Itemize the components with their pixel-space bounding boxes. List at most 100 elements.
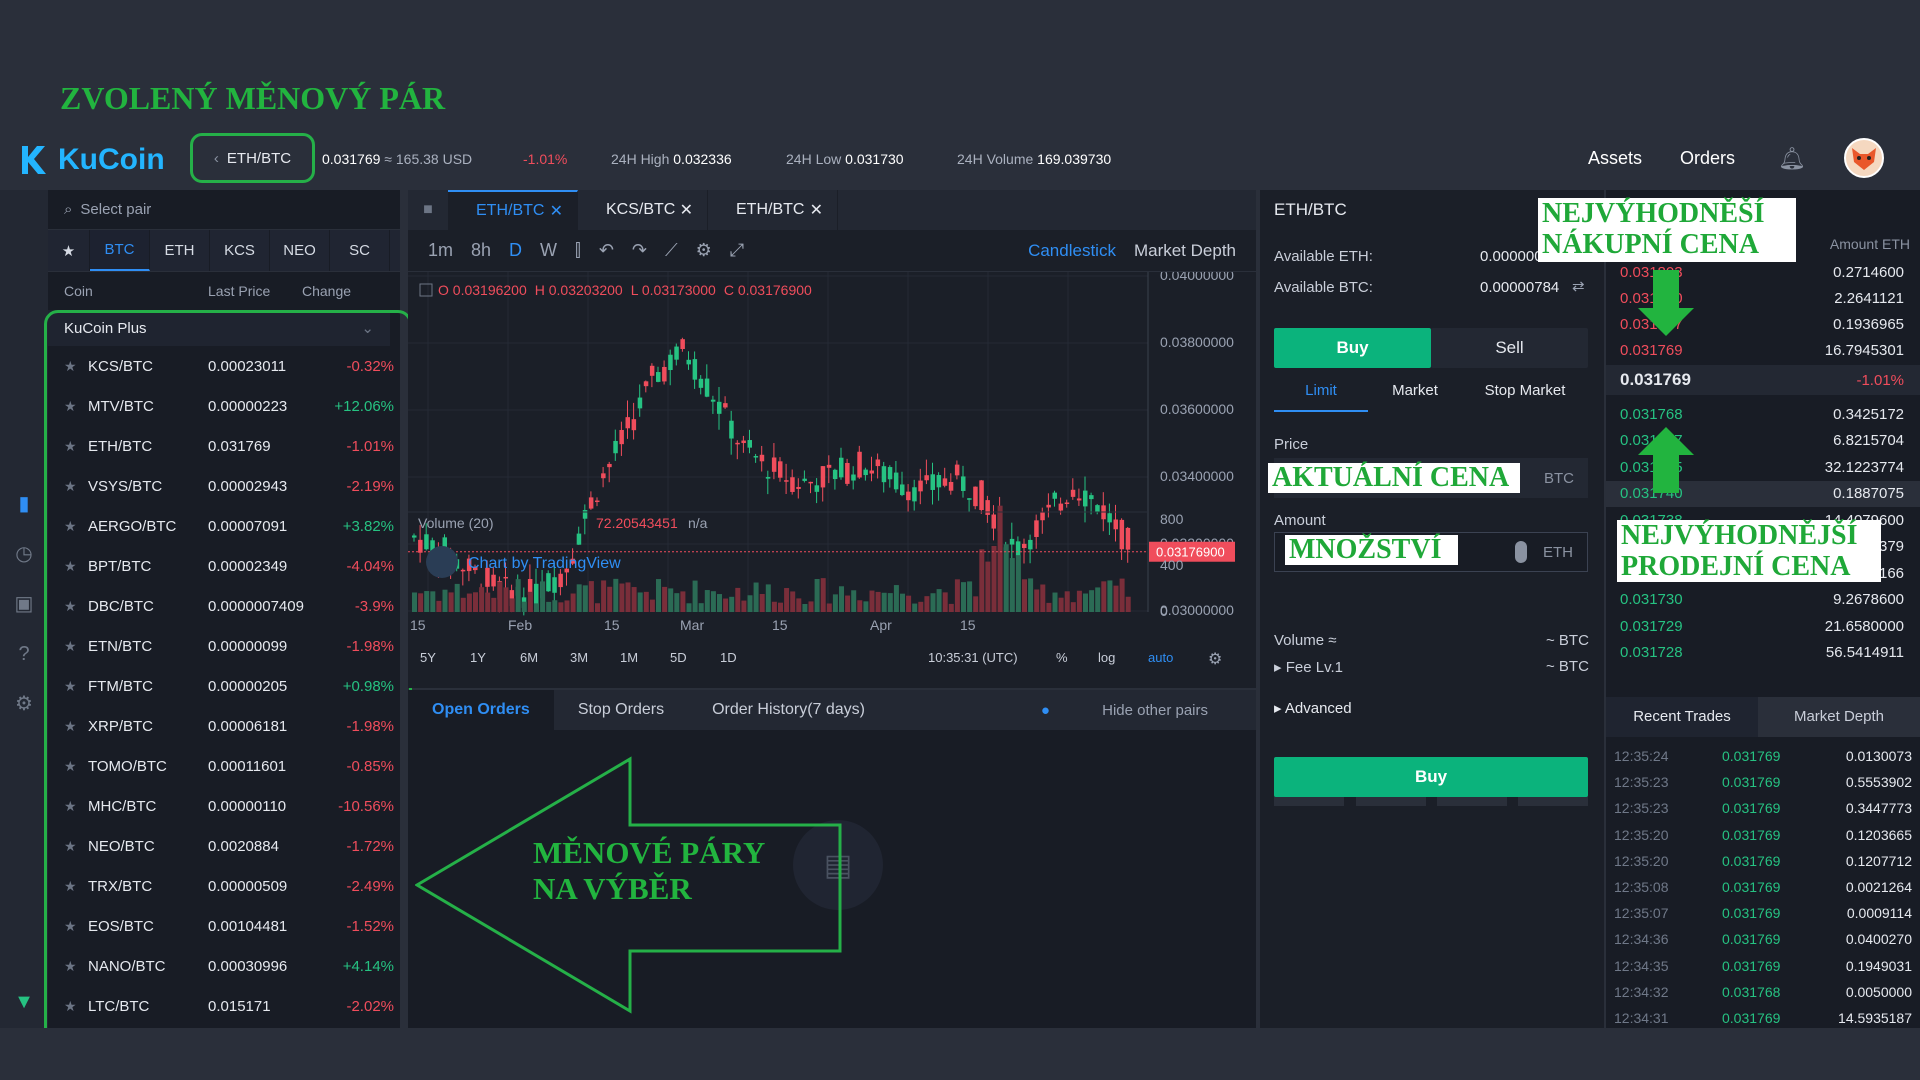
redo-icon[interactable]: ↷ <box>632 240 647 261</box>
time-readout[interactable]: 10:35:31 (UTC) <box>928 650 1018 665</box>
volume-bar <box>814 579 820 612</box>
type-limit[interactable]: Limit <box>1274 372 1368 412</box>
range-button[interactable]: 3M <box>570 650 588 665</box>
bottom-bar <box>0 1028 1920 1080</box>
range-button[interactable]: 5D <box>670 650 687 665</box>
volume-bar <box>942 592 948 612</box>
trade-time: 12:34:36 <box>1614 931 1669 948</box>
nav-orders[interactable]: Orders <box>1680 148 1735 169</box>
candle-body <box>918 480 923 492</box>
range-button[interactable]: 6M <box>520 650 538 665</box>
y-tick-label: 0.04000000 <box>1160 272 1234 283</box>
candle-type-icon[interactable]: ⫿ <box>575 240 581 261</box>
hide-other-pairs[interactable]: ● Hide other pairs <box>993 702 1256 719</box>
volume-bar <box>479 587 485 612</box>
candle-body <box>784 480 789 482</box>
bid-row[interactable]: 0.031729 21.6580000 <box>1606 613 1920 639</box>
range-button[interactable]: 1Y <box>470 650 486 665</box>
layout-icon[interactable]: ■ <box>408 190 448 230</box>
trade-amount: 0.0009114 <box>1846 905 1912 922</box>
range-button[interactable]: 1M <box>620 650 638 665</box>
tab-market-depth[interactable]: Market Depth <box>1758 697 1920 737</box>
chart-nav-icon[interactable]: ▮ <box>12 492 36 516</box>
buy-tab[interactable]: Buy <box>1274 328 1431 368</box>
candle-body <box>424 534 429 550</box>
tab-sc[interactable]: SC <box>330 230 390 271</box>
tab-btc[interactable]: BTC <box>90 230 150 271</box>
bid-row[interactable]: 0.031728 56.5414911 <box>1606 640 1920 666</box>
interval-1m[interactable]: 1m <box>428 240 453 261</box>
tab-eth[interactable]: ETH <box>150 230 210 271</box>
tab-order-history[interactable]: Order History(7 days) <box>688 701 889 719</box>
indicator-icon[interactable]: ⟋ <box>665 240 678 261</box>
bid-row[interactable]: 0.031768 0.3425172 <box>1606 401 1920 427</box>
stepper-handle-icon[interactable] <box>1515 541 1527 563</box>
interval-d[interactable]: D <box>509 240 522 261</box>
view-market-depth[interactable]: Market Depth <box>1134 241 1236 261</box>
fullscreen-icon[interactable]: ⤢ <box>730 240 744 261</box>
interval-8h[interactable]: 8h <box>471 240 491 261</box>
annotation-current-price: AKTUÁLNÍ CENA <box>1268 463 1520 493</box>
type-stop-market[interactable]: Stop Market <box>1462 372 1588 412</box>
close-icon[interactable]: ✕ <box>680 200 693 220</box>
nav-assets[interactable]: Assets <box>1588 148 1642 169</box>
undo-icon[interactable]: ↶ <box>599 240 614 261</box>
ask-row[interactable]: 0.031769 16.7945301 <box>1606 337 1920 363</box>
bell-icon[interactable]: 🔔︎ <box>1778 146 1806 172</box>
volume-label: Volume ≈ <box>1274 632 1337 649</box>
chart-tab-kcs-btc[interactable]: KCS/BTC ✕ <box>578 190 708 230</box>
transfer-icon[interactable]: ⇄ <box>1572 277 1585 295</box>
history-nav-icon[interactable]: ◷ <box>12 542 36 566</box>
volume-bar <box>607 586 613 612</box>
fee-row[interactable]: ▸ Fee Lv.1 <box>1274 658 1343 676</box>
volume-bar <box>759 594 765 612</box>
x-axis-label: Apr <box>870 617 892 633</box>
range-button[interactable]: 1D <box>720 650 737 665</box>
volume-bar <box>954 579 960 612</box>
close-icon[interactable]: ✕ <box>810 200 823 220</box>
range-button[interactable]: 5Y <box>420 650 436 665</box>
volume-bar <box>430 591 436 612</box>
order-type-tabs: Limit Market Stop Market <box>1274 372 1588 412</box>
bid-row[interactable]: 0.031730 9.2678600 <box>1606 587 1920 613</box>
candle-body <box>893 472 899 490</box>
price-chart[interactable]: 0.04000000 0.03800000 0.03600000 0.03400000… <box>408 272 1256 688</box>
view-candlestick[interactable]: Candlestick <box>1028 241 1116 261</box>
tab-kcs[interactable]: KCS <box>210 230 270 271</box>
volume-bar <box>967 581 973 612</box>
help-nav-icon[interactable]: ? <box>12 642 36 666</box>
pair-search[interactable]: ⌕ Select pair <box>48 190 400 230</box>
advanced-toggle[interactable]: ▸ Advanced <box>1274 699 1352 717</box>
type-market[interactable]: Market <box>1368 372 1462 412</box>
log-toggle[interactable]: log <box>1098 650 1115 665</box>
tab-recent-trades[interactable]: Recent Trades <box>1606 697 1758 737</box>
avatar[interactable] <box>1844 138 1884 178</box>
sell-tab[interactable]: Sell <box>1431 328 1588 368</box>
candle-body <box>680 339 685 349</box>
tab-stop-orders[interactable]: Stop Orders <box>554 701 688 719</box>
auto-toggle[interactable]: auto <box>1148 650 1173 665</box>
col-coin[interactable]: Coin <box>64 283 208 299</box>
col-change[interactable]: Change <box>302 283 351 299</box>
trade-price: 0.031769 <box>1722 931 1781 948</box>
settings-icon[interactable]: ⚙ <box>696 240 712 261</box>
settings-nav-icon[interactable]: ⚙ <box>12 692 36 716</box>
percent-toggle[interactable]: % <box>1056 650 1068 665</box>
chevron-left-icon: ‹ <box>213 149 219 167</box>
trade-row: 12:35:24 0.031769 0.0130073 <box>1606 743 1920 769</box>
interval-w[interactable]: W <box>540 240 557 261</box>
chart-tab-eth-btc[interactable]: ETH/BTC ✕ <box>448 190 578 230</box>
screen-nav-icon[interactable]: ▣ <box>12 592 36 616</box>
chart-tab-eth-btc-2[interactable]: ETH/BTC ✕ <box>708 190 838 230</box>
close-icon[interactable]: ✕ <box>550 201 563 221</box>
tab-neo[interactable]: NEO <box>270 230 330 271</box>
kucoin-logo[interactable]: KuCoin <box>16 142 165 178</box>
volume-bar <box>595 603 600 612</box>
submit-buy-button[interactable]: Buy <box>1274 757 1588 797</box>
tab-open-orders[interactable]: Open Orders <box>408 690 554 730</box>
volume-bar <box>729 596 735 612</box>
col-last-price[interactable]: Last Price <box>208 283 302 299</box>
current-pair-selector[interactable]: ‹ ETH/BTC <box>190 133 315 183</box>
favorites-star-icon[interactable]: ★ <box>48 230 90 271</box>
available-btc-label: Available BTC: <box>1274 279 1373 296</box>
